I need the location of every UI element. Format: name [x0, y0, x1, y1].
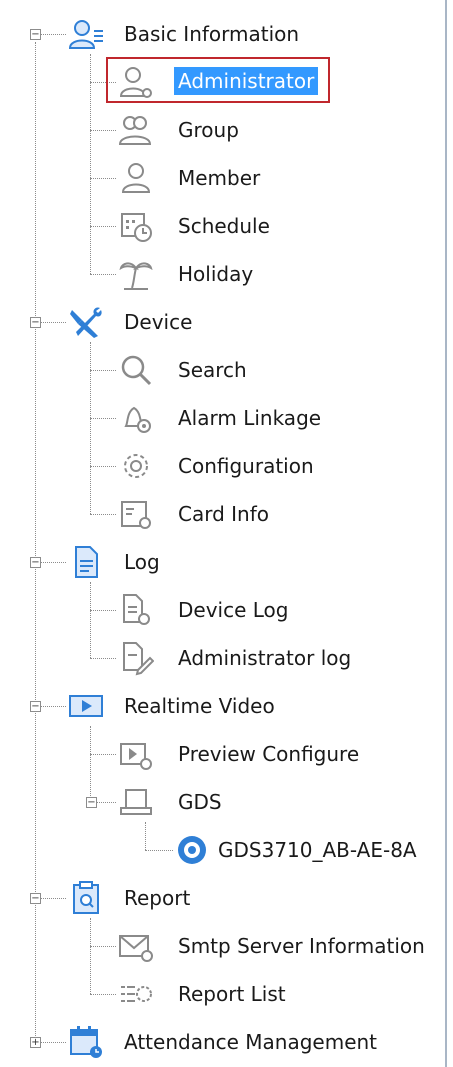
tree-node-card-info[interactable]: Card Info: [178, 500, 269, 528]
tree-connector: [145, 850, 173, 851]
tree-node-configuration[interactable]: Configuration: [178, 452, 314, 480]
tree-node-schedule[interactable]: Schedule: [178, 212, 270, 240]
collapse-toggle-gds[interactable]: −: [86, 797, 97, 808]
tree-node-basic-information[interactable]: Basic Information: [124, 20, 299, 48]
search-icon: [118, 352, 154, 388]
tree-connector: [90, 178, 116, 179]
schedule-calendar-icon: [118, 208, 154, 244]
report-list-gear-icon: [118, 976, 154, 1012]
tree-node-device-log[interactable]: Device Log: [178, 596, 288, 624]
tree-connector: [90, 418, 116, 419]
member-user-icon: [118, 160, 154, 196]
tree-connector: [90, 274, 116, 275]
tree-connector: [96, 802, 116, 803]
tree-node-log[interactable]: Log: [124, 548, 160, 576]
tree-connector: [90, 226, 116, 227]
collapse-toggle-basic-information[interactable]: −: [30, 29, 41, 40]
tree-node-holiday[interactable]: Holiday: [178, 260, 253, 288]
tree-node-preview-configure[interactable]: Preview Configure: [178, 740, 359, 768]
document-icon: [68, 544, 104, 580]
tree-node-attendance-management[interactable]: Attendance Management: [124, 1028, 377, 1056]
collapse-toggle-device[interactable]: −: [30, 317, 41, 328]
tree-node-search[interactable]: Search: [178, 356, 247, 384]
tree-node-administrator[interactable]: Administrator: [174, 67, 319, 95]
tree-node-report[interactable]: Report: [124, 884, 190, 912]
expand-toggle-attendance-management[interactable]: +: [30, 1037, 41, 1048]
tree-node-report-list[interactable]: Report List: [178, 980, 286, 1008]
branch-line: [90, 918, 91, 994]
user-list-icon: [68, 16, 104, 52]
collapse-toggle-realtime-video[interactable]: −: [30, 701, 41, 712]
branch-line: [145, 822, 146, 850]
palm-tree-icon: [118, 256, 154, 292]
tree-node-device[interactable]: Device: [124, 308, 192, 336]
tools-icon: [68, 304, 104, 340]
admin-log-edit-icon: [118, 640, 154, 676]
root-tree-line: [35, 42, 36, 1042]
device-log-icon: [118, 592, 154, 628]
tree-node-alarm-linkage[interactable]: Alarm Linkage: [178, 404, 321, 432]
collapse-toggle-log[interactable]: −: [30, 557, 41, 568]
tree-connector: [40, 706, 66, 707]
tree-panel: − Basic Information Administrator Group …: [0, 0, 447, 1067]
tree-connector: [90, 130, 116, 131]
tree-connector: [40, 1042, 66, 1043]
tree-connector: [40, 898, 66, 899]
camera-lens-icon: [174, 832, 210, 868]
tree-connector: [90, 370, 116, 371]
tree-connector: [90, 994, 116, 995]
user-gear-icon: [118, 64, 154, 100]
preview-configure-icon: [118, 736, 154, 772]
collapse-toggle-report[interactable]: −: [30, 893, 41, 904]
card-info-icon: [118, 496, 154, 532]
report-clipboard-icon: [68, 880, 104, 916]
gds-device-icon: [118, 784, 154, 820]
tree-node-group[interactable]: Group: [178, 116, 239, 144]
tree-connector: [40, 34, 66, 35]
mail-gear-icon: [118, 928, 154, 964]
alarm-bell-gear-icon: [118, 400, 154, 436]
branch-line: [90, 342, 91, 514]
tree-connector: [90, 754, 116, 755]
calendar-clock-icon: [68, 1024, 104, 1060]
branch-line: [90, 54, 91, 274]
tree-node-gds[interactable]: GDS: [178, 788, 222, 816]
video-play-icon: [68, 688, 104, 724]
tree-node-member[interactable]: Member: [178, 164, 260, 192]
tree-node-gds-device[interactable]: GDS3710_AB-AE-8A: [218, 836, 417, 864]
branch-line: [90, 582, 91, 658]
tree-connector: [90, 658, 116, 659]
tree-node-administrator-log[interactable]: Administrator log: [178, 644, 351, 672]
branch-line: [90, 726, 91, 796]
tree-connector: [90, 610, 116, 611]
tree-connector: [40, 562, 66, 563]
group-users-icon: [118, 112, 154, 148]
tree-node-smtp-server-information[interactable]: Smtp Server Information: [178, 932, 425, 960]
tree-node-realtime-video[interactable]: Realtime Video: [124, 692, 275, 720]
tree-connector: [90, 466, 116, 467]
gear-icon: [118, 448, 154, 484]
tree-connector: [90, 946, 116, 947]
tree-connector: [40, 322, 66, 323]
tree-connector: [90, 514, 116, 515]
